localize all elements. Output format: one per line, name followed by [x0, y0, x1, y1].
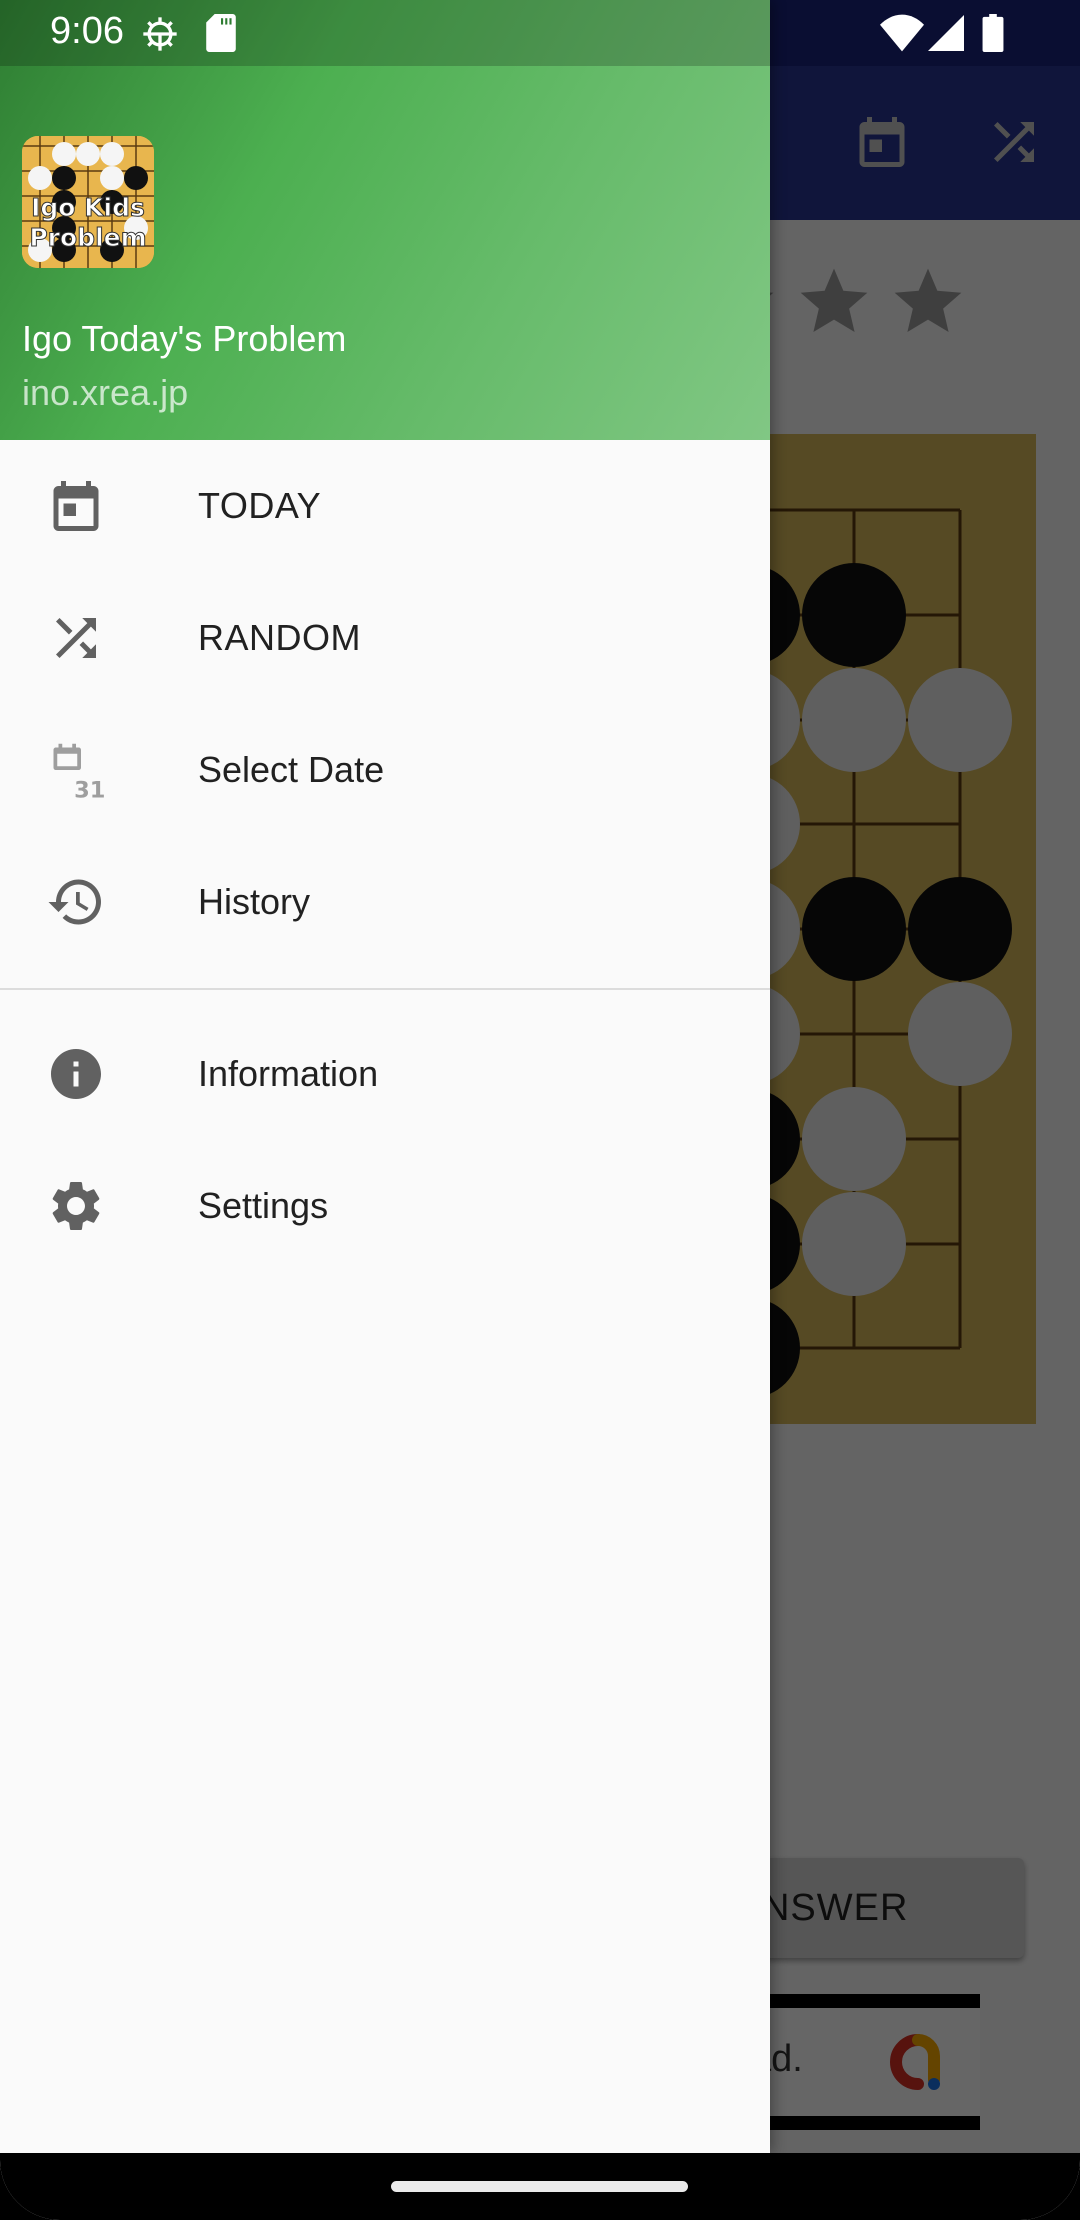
screen: ANSWER ad. — [0, 0, 1080, 2220]
menu-label-random: RANDOM — [198, 617, 361, 658]
settings-icon — [52, 1182, 100, 1230]
menu-divider — [0, 988, 770, 990]
status-time: 9:06 — [50, 10, 124, 52]
menu-item-history[interactable]: History — [0, 836, 770, 968]
menu-item-settings[interactable]: Settings — [0, 1140, 770, 1272]
cellular-signal-icon — [928, 15, 964, 51]
history-icon — [48, 879, 101, 925]
menu-label-information: Information — [198, 1053, 379, 1094]
calendar-today-icon — [53, 481, 99, 531]
logo-text-line2: Problem — [29, 223, 146, 252]
battery-icon — [982, 14, 1004, 52]
info-icon — [51, 1049, 101, 1099]
android-debug-icon — [143, 17, 177, 51]
menu-item-information[interactable]: Information — [0, 1008, 770, 1140]
svg-text:31: 31 — [74, 778, 105, 801]
wifi-icon — [880, 14, 924, 52]
drawer-header-title: Igo Today's Problem — [22, 318, 347, 359]
menu-label-history: History — [198, 881, 311, 922]
drawer-header-subtitle: ino.xrea.jp — [22, 372, 189, 413]
menu-label-select-date: Select Date — [198, 749, 385, 790]
app-logo: Igo Kids Problem — [22, 136, 154, 268]
logo-text-line1: Igo Kids — [31, 193, 145, 222]
status-bar: 9:06 — [0, 0, 1080, 66]
drawer-header: Igo Kids Problem Igo Today's Problem ino… — [0, 0, 770, 440]
home-gesture-handle[interactable] — [391, 2181, 688, 2192]
menu-item-random[interactable]: RANDOM — [0, 572, 770, 704]
menu-label-today: TODAY — [198, 485, 322, 526]
calendar-31-icon: 31 — [53, 743, 105, 801]
navigation-drawer: Igo Kids Problem Igo Today's Problem ino… — [0, 0, 770, 2153]
shuffle-icon — [56, 618, 96, 658]
drawer-menu: TODAY RANDOM 31 Select Date History Info… — [0, 440, 770, 1272]
menu-label-settings: Settings — [198, 1185, 329, 1226]
menu-item-today[interactable]: TODAY — [0, 440, 770, 572]
menu-item-select-date[interactable]: 31 Select Date — [0, 704, 770, 836]
system-navigation-bar — [0, 2153, 1080, 2220]
sd-card-icon — [206, 14, 236, 52]
